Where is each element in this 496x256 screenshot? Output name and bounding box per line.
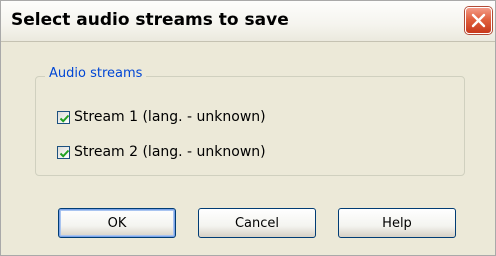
cancel-button[interactable]: Cancel <box>198 208 316 238</box>
dialog-title: Select audio streams to save <box>11 10 289 30</box>
checkmark-icon <box>59 149 70 158</box>
help-button[interactable]: Help <box>338 208 456 238</box>
stream-2-row[interactable]: Stream 2 (lang. - unknown) <box>57 142 266 162</box>
close-button[interactable] <box>465 7 492 34</box>
stream-1-label: Stream 1 (lang. - unknown) <box>74 109 266 125</box>
dialog-window: Select audio streams to save Audio strea… <box>0 0 496 256</box>
group-label: Audio streams <box>45 66 147 81</box>
stream-1-row[interactable]: Stream 1 (lang. - unknown) <box>57 107 266 127</box>
close-icon <box>471 13 486 28</box>
stream-2-label: Stream 2 (lang. - unknown) <box>74 144 266 160</box>
checkmark-icon <box>59 114 70 123</box>
stream-1-checkbox[interactable] <box>57 110 70 124</box>
ok-button[interactable]: OK <box>58 208 176 238</box>
title-bar[interactable]: Select audio streams to save <box>1 1 495 42</box>
stream-2-checkbox[interactable] <box>57 145 70 159</box>
